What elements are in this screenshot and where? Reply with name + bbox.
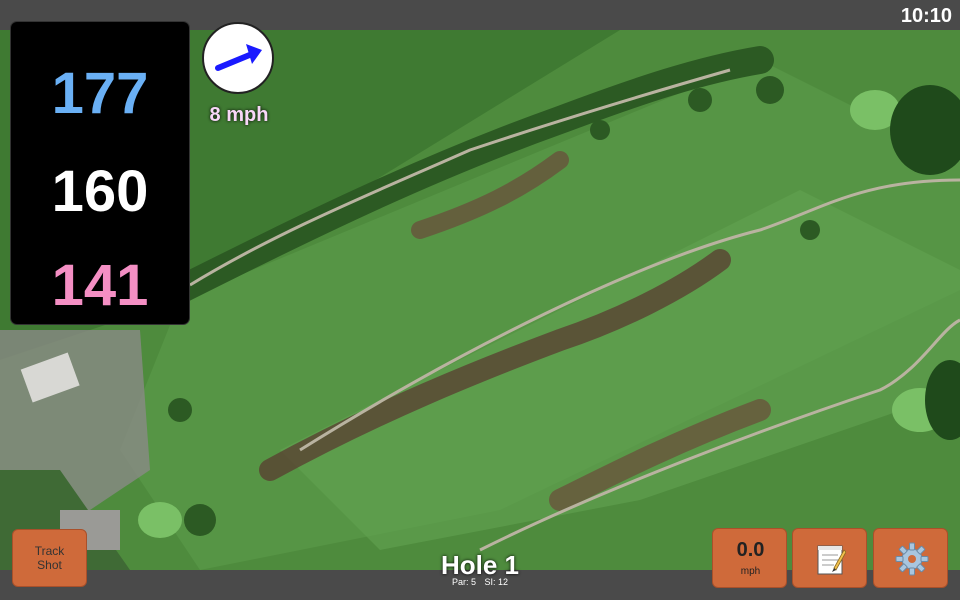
settings-button[interactable] (873, 528, 948, 588)
speed-unit: mph (740, 566, 761, 577)
track-shot-button[interactable]: Track Shot (12, 529, 87, 587)
track-shot-label-line1: Track (34, 544, 65, 558)
notes-button[interactable] (792, 528, 867, 588)
hole-info: Par: 5 SI: 12 (380, 577, 580, 587)
middle-distance: 160 (51, 159, 149, 224)
notepad-icon (817, 545, 846, 575)
hole-par: Par: 5 (451, 577, 476, 587)
wind-arrow-icon (215, 44, 262, 71)
gear-icon (895, 542, 928, 576)
distance-panel: 177 160 141 (11, 22, 189, 324)
speed-value: 0.0 (736, 539, 765, 561)
clock: 10:10 (900, 5, 952, 27)
wind-indicator (202, 22, 274, 94)
track-shot-label-line2: Shot (37, 558, 62, 572)
speed-button[interactable]: 0.0 mph (712, 528, 787, 588)
front-distance: 141 (51, 253, 149, 318)
hole-stroke-index: SI: 12 (484, 577, 509, 587)
back-distance: 177 (51, 61, 149, 126)
wind-speed: 8 mph (209, 104, 269, 126)
